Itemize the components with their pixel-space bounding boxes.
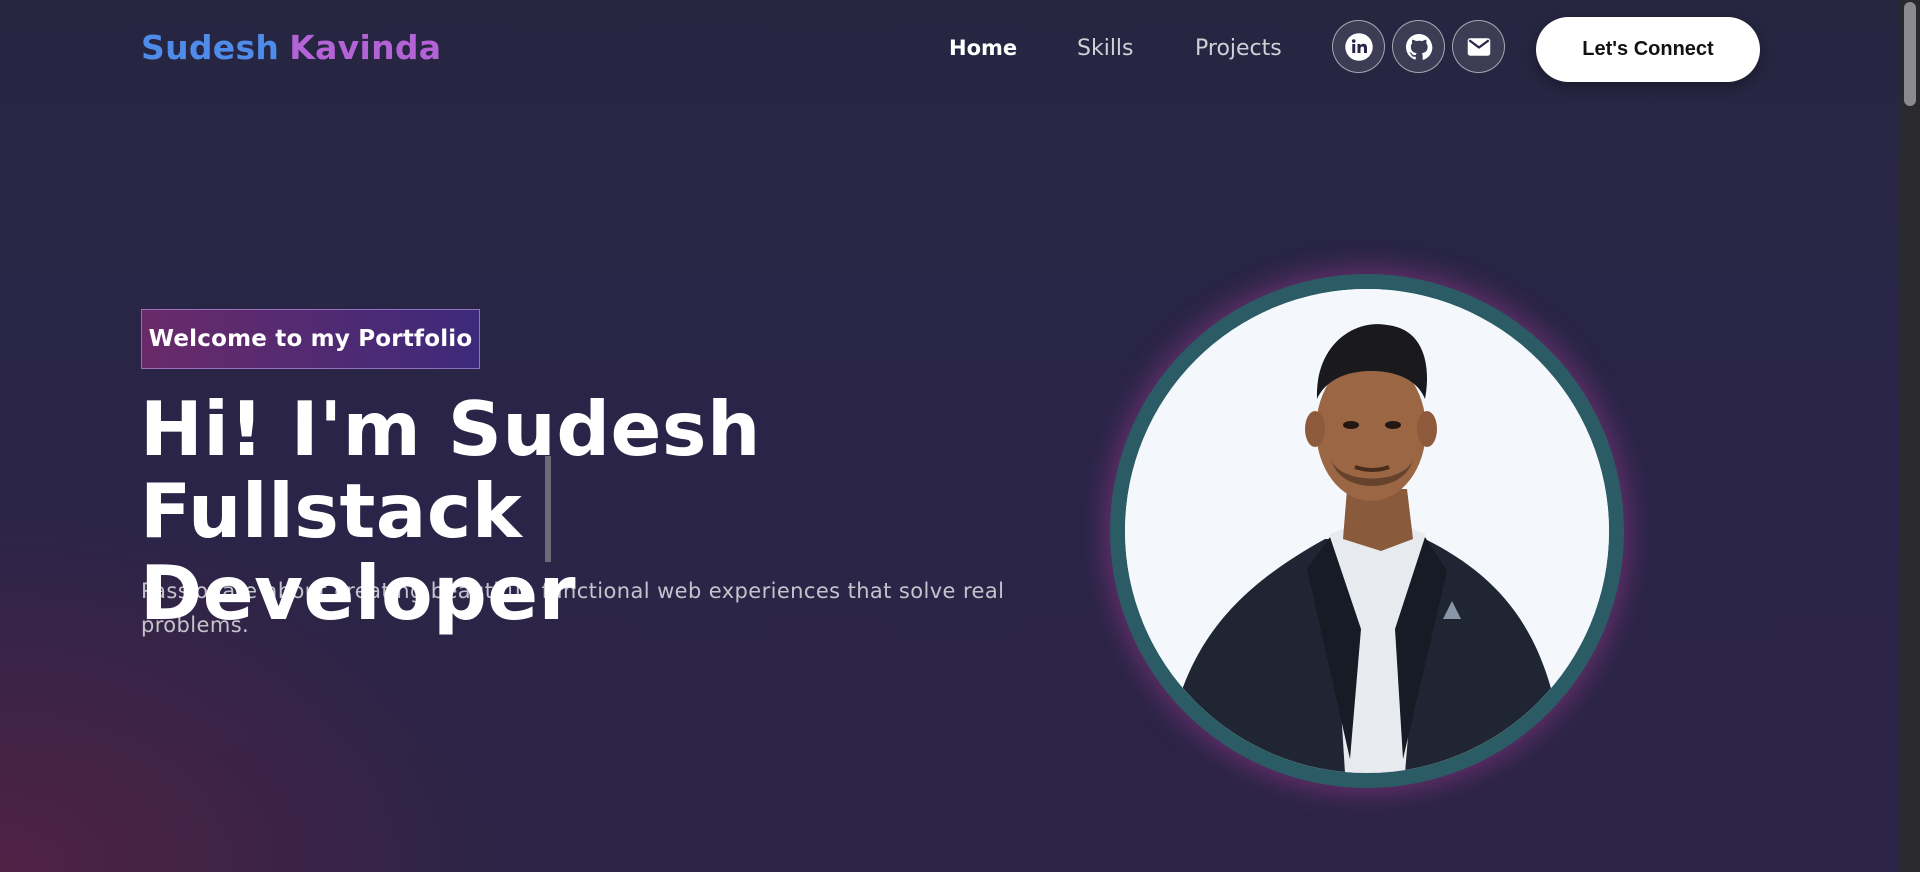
page-scrollbar[interactable] (1900, 0, 1920, 872)
scrollbar-thumb[interactable] (1904, 2, 1916, 106)
brand-first-name: Sudesh (141, 28, 280, 67)
brand-last-name: Kavinda (289, 28, 442, 67)
hero-tagline: Passionate about creating beautiful, fun… (141, 579, 1005, 637)
mail-icon (1467, 37, 1490, 56)
profile-photo (1125, 289, 1609, 773)
lets-connect-button[interactable]: Let's Connect (1536, 17, 1760, 82)
linkedin-icon (1344, 32, 1373, 61)
nav-link-projects[interactable]: Projects (1195, 36, 1282, 61)
linkedin-button[interactable] (1332, 20, 1385, 73)
profile-photo-frame (1110, 274, 1624, 788)
typing-cursor (545, 456, 551, 562)
person-portrait-icon (1125, 289, 1609, 773)
nav-link-home[interactable]: Home (949, 36, 1017, 60)
navbar: Sudesh Kavinda Home Skills Projects Let's… (0, 0, 1900, 100)
welcome-badge: Welcome to my Portfolio (141, 309, 480, 369)
nav-link-skills[interactable]: Skills (1077, 36, 1134, 61)
github-button[interactable] (1392, 20, 1445, 73)
email-button[interactable] (1452, 20, 1505, 73)
brand-logo[interactable]: Sudesh Kavinda (141, 28, 441, 67)
github-icon (1405, 33, 1432, 60)
headline-line-1: Hi! I'm Sudesh Fullstack (140, 385, 761, 555)
